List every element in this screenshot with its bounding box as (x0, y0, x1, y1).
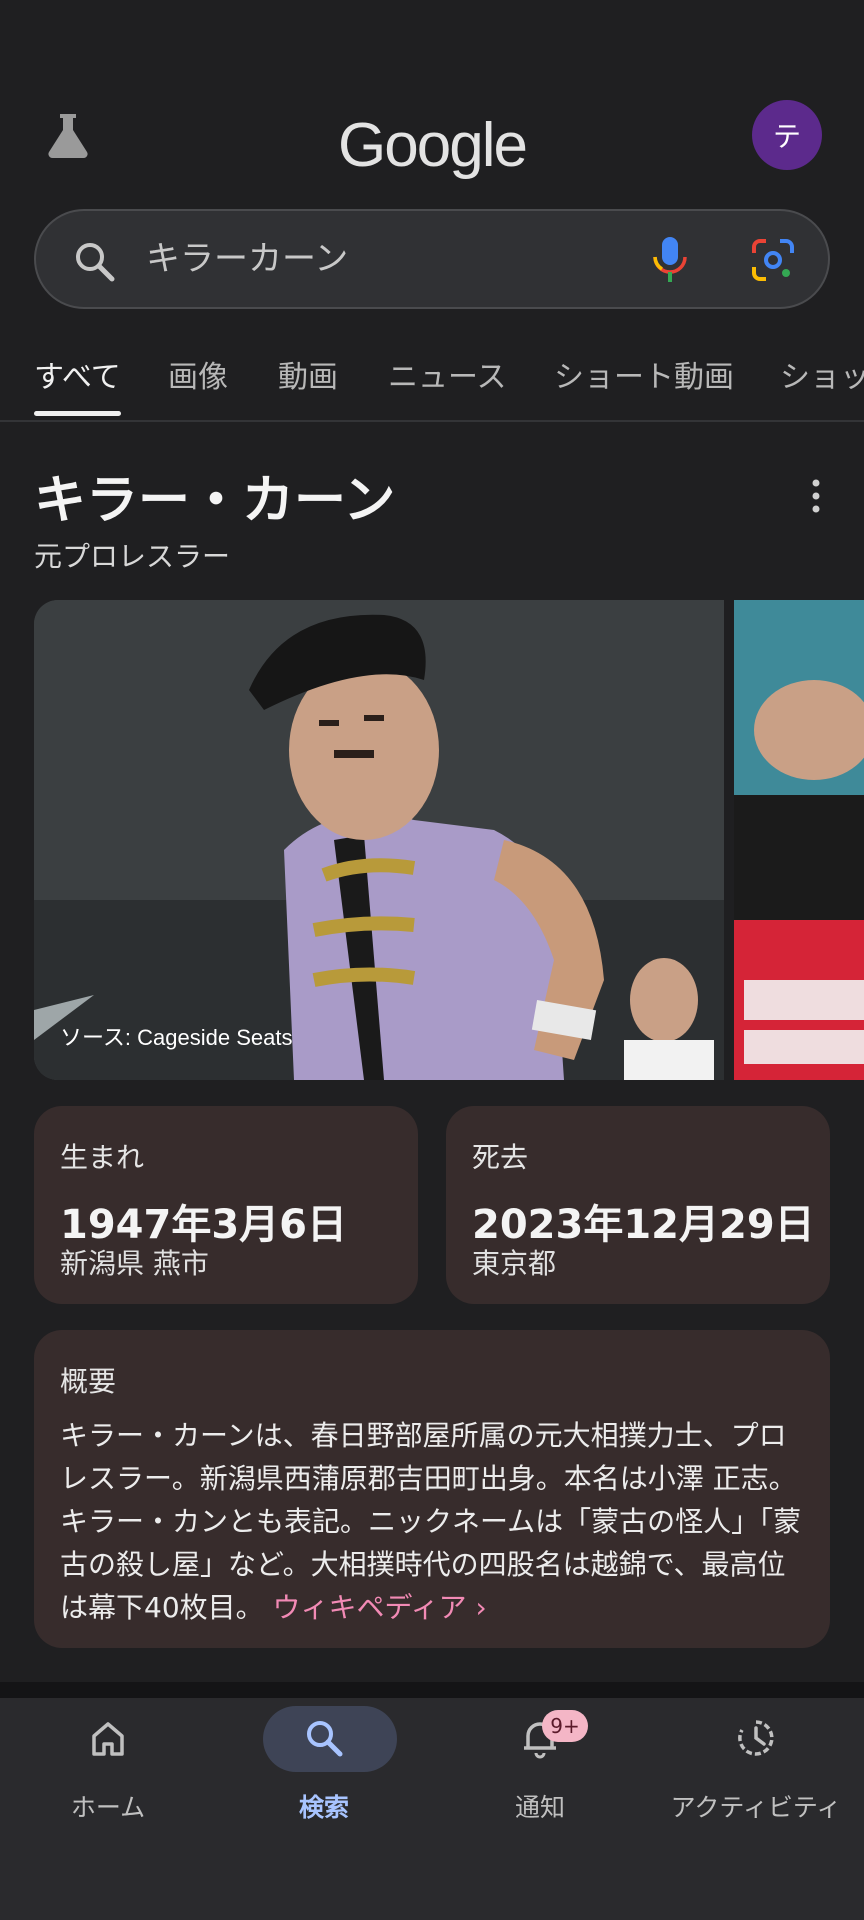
header: Google テ (0, 100, 864, 190)
home-icon (92, 1722, 124, 1756)
entity-photo[interactable]: ソース: Cageside Seats (34, 600, 724, 1080)
wrestler-photo-illustration (34, 600, 724, 1080)
tab-shopping[interactable]: ショッ (780, 352, 864, 412)
book-cover-illustration (734, 600, 864, 1080)
born-place: 新潟県 燕市 (60, 1247, 209, 1280)
overview-card: 概要 キラー・カーンは、春日野部屋所属の元大相撲力士、プロレスラー。新潟県西蒲原… (34, 1330, 830, 1648)
entity-subtitle: 元プロレスラー (34, 540, 231, 573)
bottom-navigation: ホーム 検索 9+ 通知 アクティビティ (0, 1698, 864, 1920)
nav-notifications-label: 通知 (514, 1793, 565, 1822)
image-carousel[interactable]: ソース: Cageside Seats (34, 600, 864, 1080)
nav-activity-label: アクティビティ (670, 1793, 842, 1822)
tab-videos[interactable]: 動画 (278, 352, 338, 412)
more-options-icon[interactable] (808, 478, 824, 514)
entity-title: キラー・カーン (34, 471, 396, 531)
account-avatar[interactable]: テ (752, 100, 822, 170)
nav-search[interactable]: 検索 (216, 1698, 432, 1838)
search-tabs: すべて 画像 動画 ニュース ショート動画 ショッ (0, 344, 864, 422)
died-card[interactable]: 死去 2023年12月29日 東京都 (446, 1106, 830, 1304)
divider (0, 1682, 864, 1698)
nav-notifications[interactable]: 9+ 通知 (432, 1698, 648, 1838)
tab-short-videos[interactable]: ショート動画 (554, 352, 734, 412)
nav-home[interactable]: ホーム (0, 1698, 216, 1838)
overview-label: 概要 (60, 1365, 117, 1398)
wikipedia-link[interactable]: ウィキペディア › (273, 1591, 487, 1624)
search-query[interactable]: キラーカーン (146, 211, 348, 307)
notification-badge: 9+ (542, 1710, 588, 1742)
google-logo: Google (338, 111, 528, 180)
search-icon (76, 243, 115, 282)
tab-images[interactable]: 画像 (168, 352, 228, 412)
photo-source: ソース: Cageside Seats (60, 1025, 293, 1050)
died-label: 死去 (472, 1141, 529, 1174)
nav-search-label: 検索 (298, 1793, 349, 1822)
tab-all[interactable]: すべて (34, 352, 121, 416)
activity-history-icon (738, 1720, 774, 1756)
search-bar[interactable]: キラーカーン (34, 209, 830, 309)
search-icon (307, 1721, 343, 1757)
entity-photo-2[interactable] (734, 600, 864, 1080)
born-label: 生まれ (60, 1141, 145, 1174)
nav-activity[interactable]: アクティビティ (648, 1698, 864, 1838)
died-place: 東京都 (472, 1247, 557, 1280)
overview-text: キラー・カーンは、春日野部屋所属の元大相撲力士、プロレスラー。新潟県西蒲原郡吉田… (60, 1414, 810, 1629)
google-lens-icon[interactable] (750, 237, 796, 283)
tab-news[interactable]: ニュース (388, 352, 507, 412)
born-card[interactable]: 生まれ 1947年3月6日 新潟県 燕市 (34, 1106, 418, 1304)
nav-home-label: ホーム (70, 1793, 146, 1822)
microphone-icon[interactable] (648, 235, 692, 285)
